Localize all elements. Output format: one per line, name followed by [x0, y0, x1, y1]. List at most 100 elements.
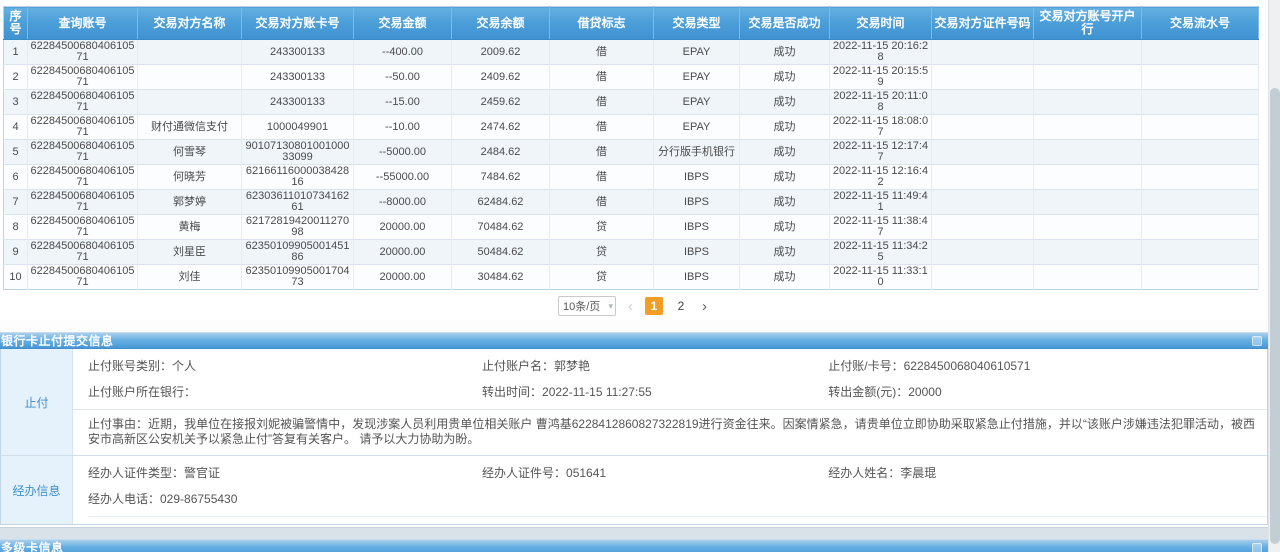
- agent-id-type: 经办人证件类型：警官证: [73, 460, 467, 486]
- table-cell: 2022-11-15 20:16:28: [830, 40, 932, 65]
- table-cell: 贷: [550, 240, 654, 265]
- table-cell: 6216611600003842816: [242, 165, 354, 190]
- collapse-icon[interactable]: [1252, 543, 1262, 552]
- table-cell: [932, 165, 1034, 190]
- table-row[interactable]: 36228450068040610571243300133--15.002459…: [4, 90, 1259, 115]
- table-row[interactable]: 86228450068040610571黄梅621728194200112709…: [4, 215, 1259, 240]
- table-row[interactable]: 26228450068040610571243300133--50.002409…: [4, 65, 1259, 90]
- table-cell: --50.00: [354, 65, 452, 90]
- table-cell: 2: [4, 65, 28, 90]
- table-cell: 7: [4, 190, 28, 215]
- table-cell: 2022-11-15 11:34:25: [830, 240, 932, 265]
- column-header: 交易类型: [654, 7, 740, 40]
- table-cell: --15.00: [354, 90, 452, 115]
- stop-account-bank: 止付账户所在银行：: [73, 379, 467, 405]
- table-cell: [932, 140, 1034, 165]
- page-size-select[interactable]: 10条/页 ▾: [558, 296, 616, 316]
- table-cell: --5000.00: [354, 140, 452, 165]
- table-cell: 2022-11-15 12:16:42: [830, 165, 932, 190]
- table-row[interactable]: 76228450068040610571郭梦婷62303611010734162…: [4, 190, 1259, 215]
- table-cell: 20000.00: [354, 265, 452, 290]
- table-cell: 20000.00: [354, 215, 452, 240]
- prev-page-icon[interactable]: ‹: [625, 299, 636, 314]
- table-cell: 成功: [740, 240, 830, 265]
- table-cell: 6228450068040610571: [28, 40, 138, 65]
- stop-payment-section-title: 银行卡止付提交信息: [1, 334, 114, 349]
- table-cell: [932, 115, 1034, 140]
- table-cell: [138, 90, 242, 115]
- table-cell: 成功: [740, 215, 830, 240]
- table-cell: 6230361101073416261: [242, 190, 354, 215]
- table-cell: 9010713080100100033099: [242, 140, 354, 165]
- table-cell: [1142, 240, 1259, 265]
- column-header: 交易对方账卡号: [242, 7, 354, 40]
- table-cell: 6217281942001127098: [242, 215, 354, 240]
- table-cell: 1: [4, 40, 28, 65]
- table-cell: 借: [550, 165, 654, 190]
- table-cell: 2022-11-15 20:11:08: [830, 90, 932, 115]
- table-cell: [1034, 215, 1142, 240]
- table-cell: 借: [550, 40, 654, 65]
- transactions-table: 序号查询账号交易对方名称交易对方账卡号交易金额交易余额借贷标志交易类型交易是否成…: [3, 6, 1259, 290]
- table-cell: 6228450068040610571: [28, 65, 138, 90]
- table-cell: 2409.62: [452, 65, 550, 90]
- table-cell: 2022-11-15 11:49:41: [830, 190, 932, 215]
- table-cell: 6228450068040610571: [28, 90, 138, 115]
- table-row[interactable]: 46228450068040610571财付通微信支付1000049901--1…: [4, 115, 1259, 140]
- scrollbar-thumb[interactable]: [1270, 88, 1280, 544]
- table-cell: 2459.62: [452, 90, 550, 115]
- page-number-2[interactable]: 2: [672, 297, 690, 315]
- zhifu-label: 止付: [1, 349, 73, 455]
- table-cell: [1034, 190, 1142, 215]
- table-cell: 6228450068040610571: [28, 215, 138, 240]
- column-header: 交易时间: [830, 7, 932, 40]
- table-cell: IBPS: [654, 165, 740, 190]
- column-header: 交易对方证件号码: [932, 7, 1034, 40]
- table-cell: 20000.00: [354, 240, 452, 265]
- table-cell: 刘佳: [138, 265, 242, 290]
- zhifu-fields: 止付账号类别：个人 止付账户名：郭梦艳 止付账/卡号：6228450068040…: [73, 349, 1267, 409]
- stop-payment-reason: 止付事由：近期，我单位在接报刘妮被骗警情中，发现涉案人员利用贵单位相关账户 曹鸿…: [73, 409, 1267, 455]
- table-cell: 成功: [740, 90, 830, 115]
- next-page-icon[interactable]: ›: [699, 299, 710, 314]
- table-cell: [138, 40, 242, 65]
- table-row[interactable]: 16228450068040610571243300133--400.00200…: [4, 40, 1259, 65]
- table-cell: 6228450068040610571: [28, 265, 138, 290]
- table-cell: 2022-11-15 18:08:07: [830, 115, 932, 140]
- table-cell: EPAY: [654, 115, 740, 140]
- table-cell: 郭梦婷: [138, 190, 242, 215]
- table-cell: EPAY: [654, 40, 740, 65]
- table-cell: 2474.62: [452, 115, 550, 140]
- table-cell: 借: [550, 115, 654, 140]
- page-size-value: 10条/页: [563, 298, 600, 314]
- table-cell: EPAY: [654, 90, 740, 115]
- table-cell: EPAY: [654, 65, 740, 90]
- table-cell: 贷: [550, 265, 654, 290]
- table-row[interactable]: 96228450068040610571刘星臣62350109905001451…: [4, 240, 1259, 265]
- table-cell: [932, 265, 1034, 290]
- table-cell: --10.00: [354, 115, 452, 140]
- column-header: 借贷标志: [550, 7, 654, 40]
- column-header: 交易对方名称: [138, 7, 242, 40]
- stop-payment-section-bar: 银行卡止付提交信息: [0, 332, 1268, 349]
- table-row[interactable]: 66228450068040610571何晓芳62166116000038428…: [4, 165, 1259, 190]
- table-cell: 6235010990500145186: [242, 240, 354, 265]
- agent-name: 经办人姓名：李晨琨: [813, 460, 1267, 486]
- table-cell: 70484.62: [452, 215, 550, 240]
- table-cell: IBPS: [654, 215, 740, 240]
- table-cell: [1142, 90, 1259, 115]
- table-cell: --8000.00: [354, 190, 452, 215]
- page-number-1[interactable]: 1: [645, 297, 663, 315]
- table-row[interactable]: 56228450068040610571何雪琴90107130801001000…: [4, 140, 1259, 165]
- table-cell: 2022-11-15 12:17:47: [830, 140, 932, 165]
- table-row[interactable]: 106228450068040610571刘佳62350109905001704…: [4, 265, 1259, 290]
- table-cell: [1142, 40, 1259, 65]
- collapse-icon[interactable]: [1252, 336, 1262, 346]
- table-cell: 刘星臣: [138, 240, 242, 265]
- column-header: 交易是否成功: [740, 7, 830, 40]
- top-spacer: [0, 0, 1268, 3]
- table-cell: 6: [4, 165, 28, 190]
- table-cell: 2009.62: [452, 40, 550, 65]
- column-header: 交易余额: [452, 7, 550, 40]
- vertical-scrollbar[interactable]: [1268, 0, 1280, 552]
